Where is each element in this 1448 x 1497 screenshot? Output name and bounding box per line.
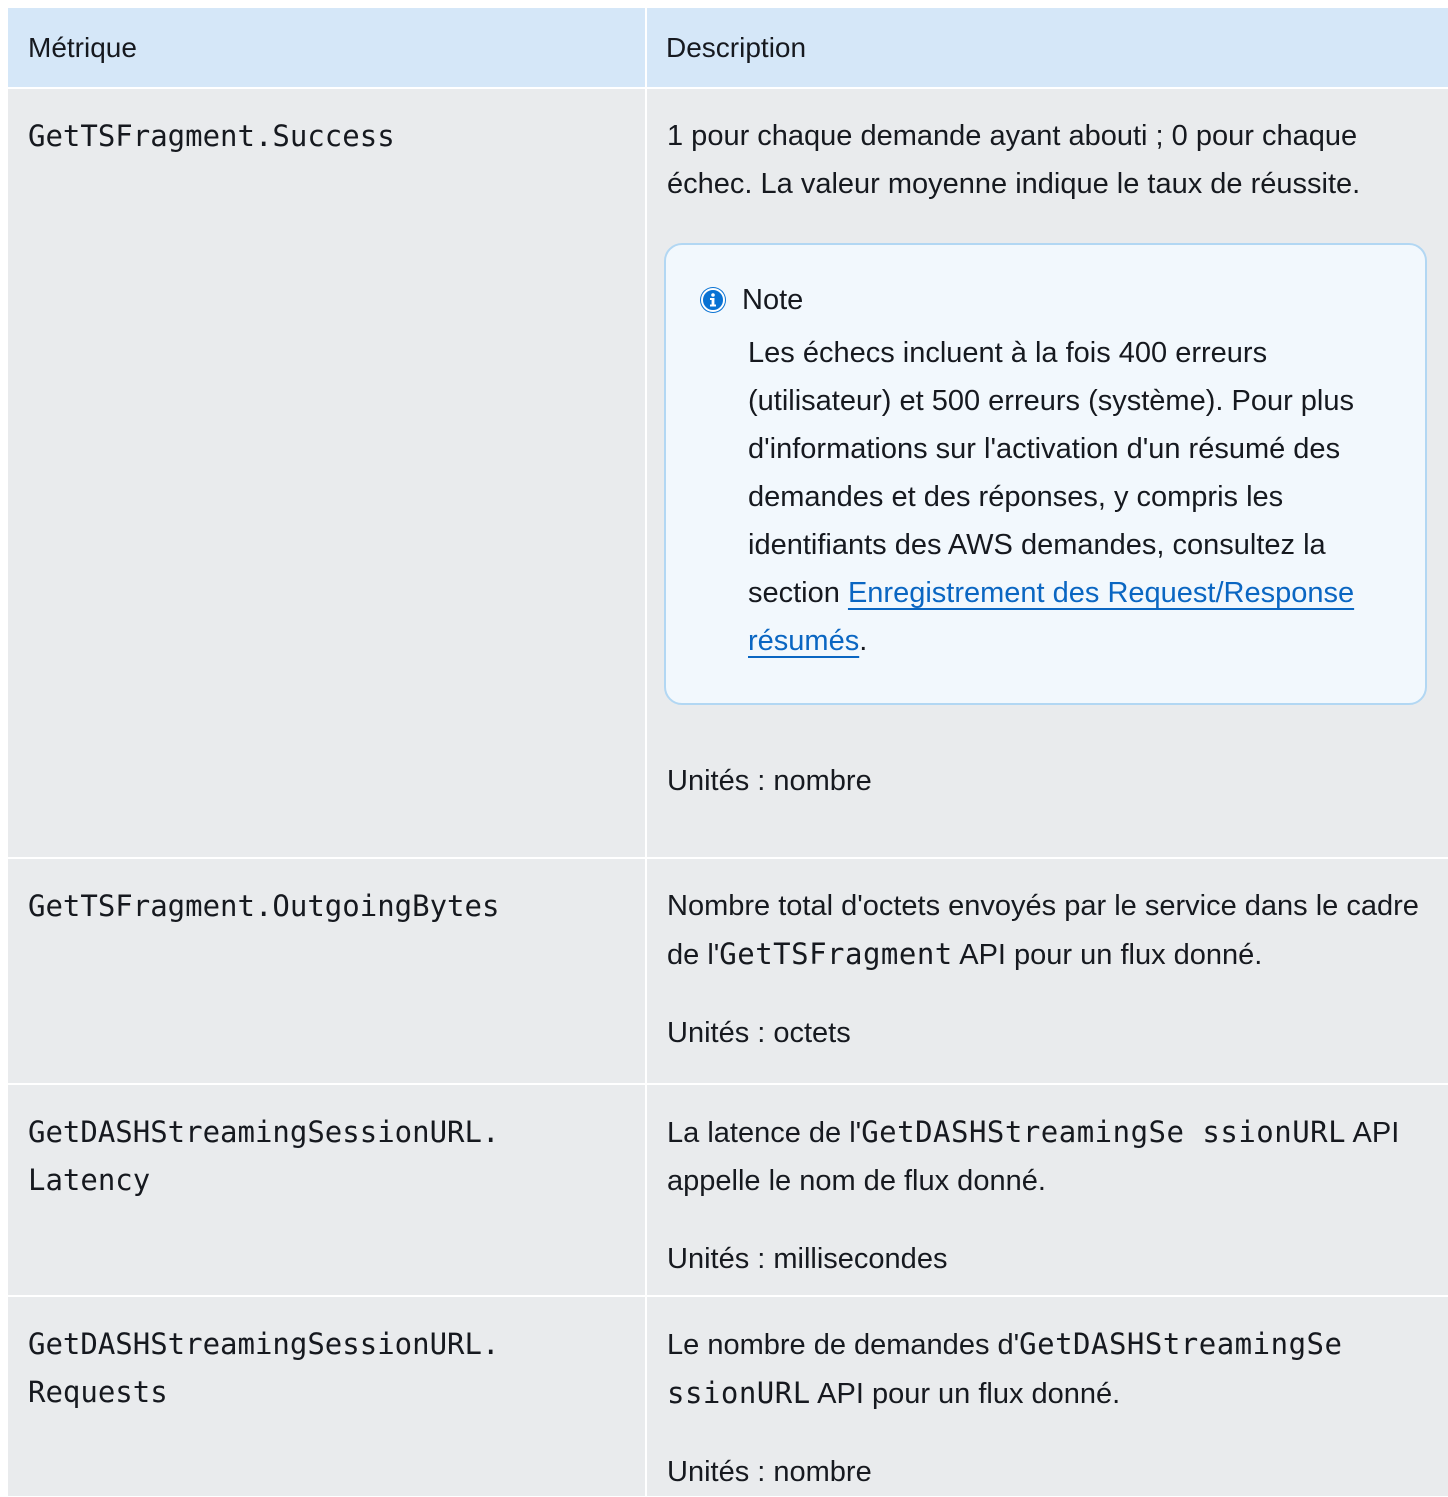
description-cell: Nombre total d'octets envoyés par le ser… — [645, 857, 1448, 1084]
api-code: GetTSFragment — [719, 937, 953, 971]
description-text: La latence de l'GetDASHStreamingSe ssion… — [667, 1108, 1428, 1205]
note-title: Note — [742, 284, 804, 316]
note-text-end: . — [859, 625, 868, 657]
description-text-part: API pour un flux donné. — [810, 1378, 1121, 1410]
description-text: Le nombre de demandes d'GetDASHStreaming… — [667, 1320, 1428, 1418]
description-text-part: La latence de l' — [667, 1117, 862, 1149]
note-body: Les échecs incluent à la fois 400 erreur… — [706, 329, 1385, 665]
metric-name: GetTSFragment.Success — [28, 119, 395, 153]
metric-cell: GetDASHStreamingSessionURL. Latency — [8, 1083, 646, 1296]
description-text-part: Le nombre de demandes d' — [667, 1329, 1020, 1361]
note-text: Les échecs incluent à la fois 400 erreur… — [748, 337, 1354, 609]
info-circle-icon — [700, 287, 726, 313]
metrics-table: Métrique Description GetTSFragment.Succe… — [8, 8, 1448, 1496]
table-row: GetDASHStreamingSessionURL. Requests Le … — [8, 1295, 1448, 1496]
header-description: Description — [645, 8, 1448, 88]
note-box: Note Les échecs incluent à la fois 400 e… — [664, 243, 1427, 705]
metric-name: GetDASHStreamingSessionURL. Requests — [28, 1327, 500, 1409]
table-row: GetTSFragment.Success 1 pour chaque dema… — [8, 87, 1448, 858]
description-cell: La latence de l'GetDASHStreamingSe ssion… — [645, 1083, 1448, 1296]
metric-cell: GetTSFragment.OutgoingBytes — [8, 857, 646, 1084]
description-text-part: API pour un flux donné. — [952, 939, 1263, 971]
header-metric: Métrique — [8, 8, 646, 88]
units-text: Unités : nombre — [667, 765, 872, 797]
api-code: GetDASHStreamingSe ssionURL — [861, 1115, 1347, 1149]
description-text: Nombre total d'octets envoyés par le ser… — [667, 882, 1428, 979]
description-text: 1 pour chaque demande ayant abouti ; 0 p… — [667, 120, 1361, 200]
metric-name: GetTSFragment.OutgoingBytes — [28, 889, 500, 923]
metric-cell: GetDASHStreamingSessionURL. Requests — [8, 1295, 646, 1496]
table-row: GetDASHStreamingSessionURL. Latency La l… — [8, 1083, 1448, 1296]
table-header-row: Métrique Description — [8, 8, 1448, 88]
units-text: Unités : millisecondes — [667, 1243, 948, 1275]
table-row: GetTSFragment.OutgoingBytes Nombre total… — [8, 857, 1448, 1084]
units-text: Unités : nombre — [667, 1456, 872, 1488]
description-cell: 1 pour chaque demande ayant abouti ; 0 p… — [645, 87, 1448, 858]
units-text: Unités : octets — [667, 1017, 851, 1049]
description-cell: Le nombre de demandes d'GetDASHStreaming… — [645, 1295, 1448, 1496]
metric-name: GetDASHStreamingSessionURL. Latency — [28, 1115, 500, 1197]
metric-cell: GetTSFragment.Success — [8, 87, 646, 858]
